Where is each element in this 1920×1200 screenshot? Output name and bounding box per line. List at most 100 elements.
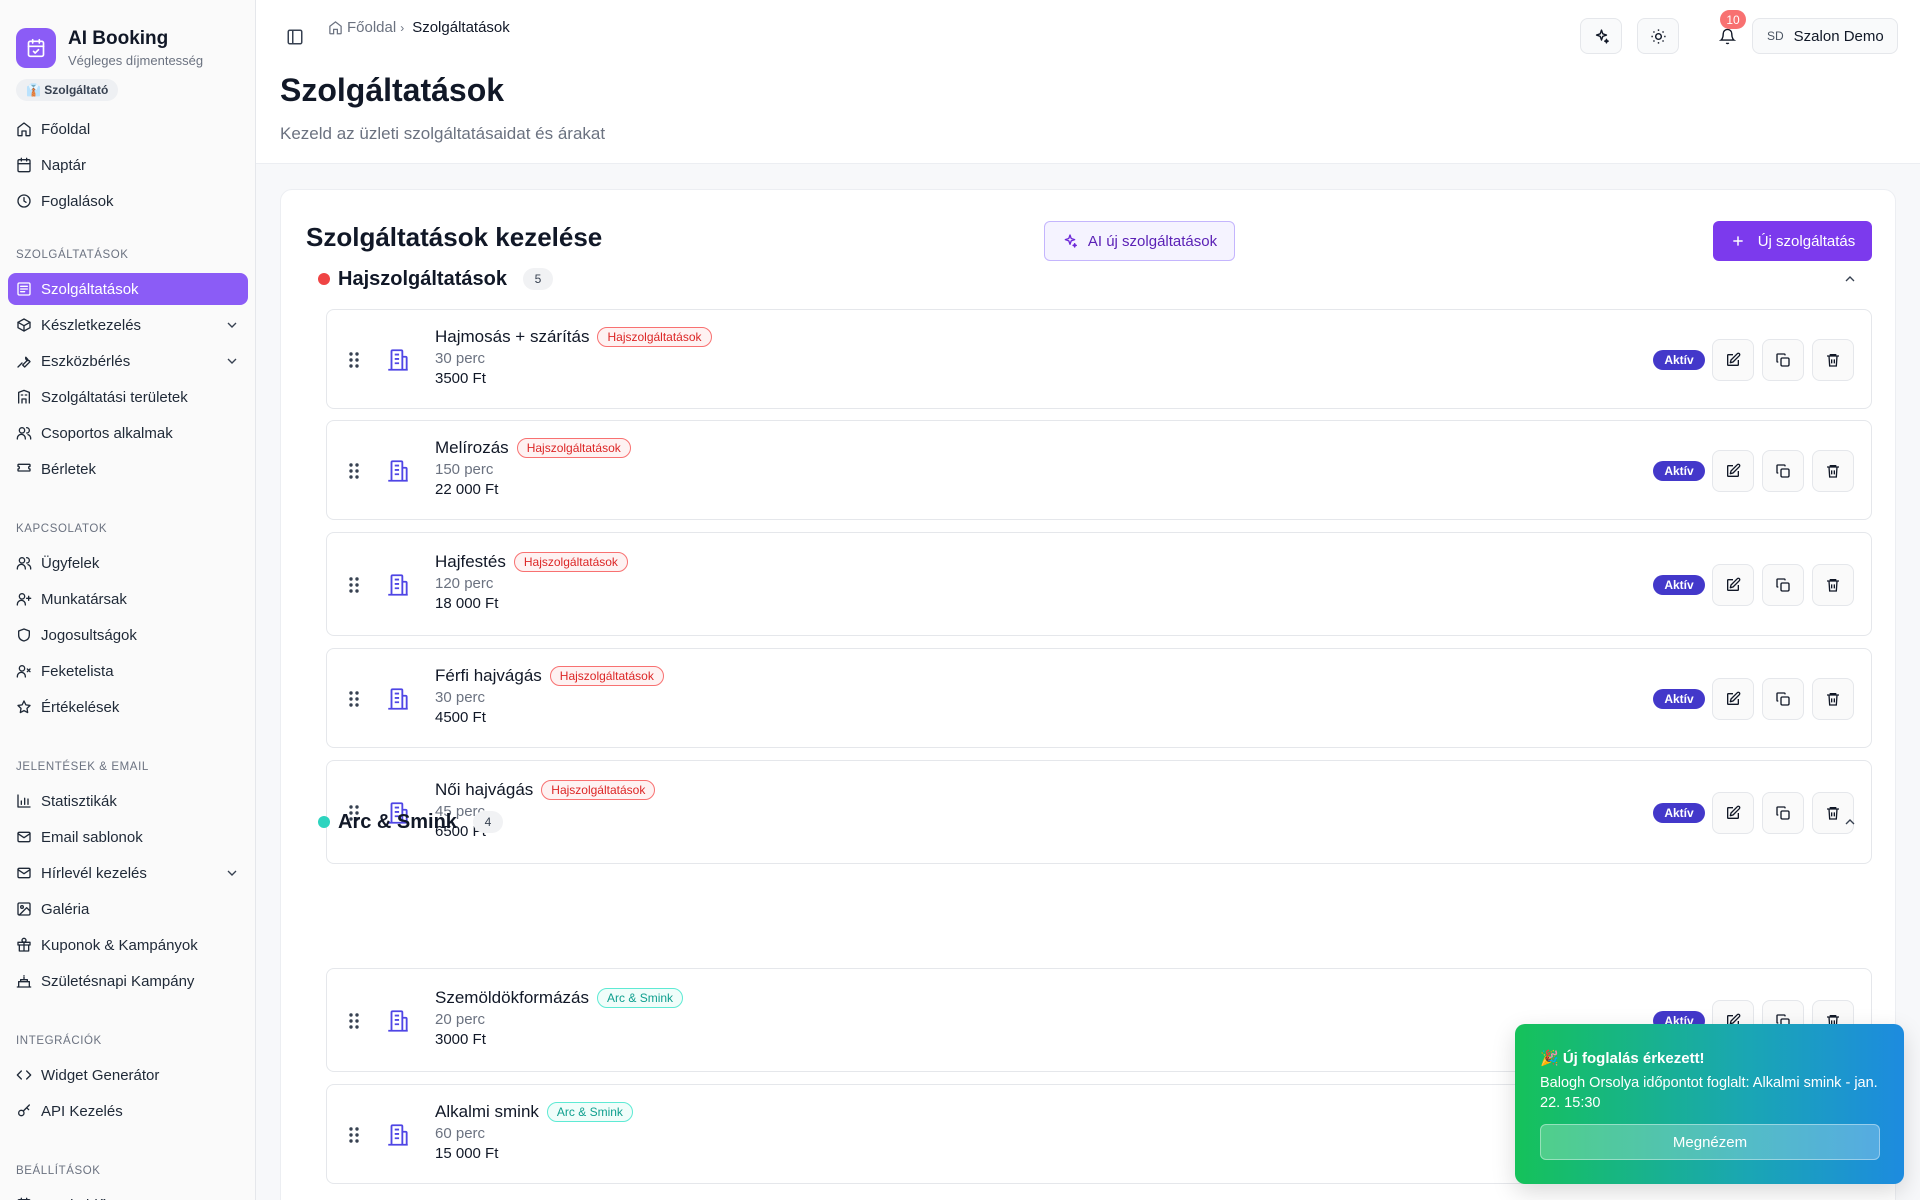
service-name: Férfi hajvágás	[435, 666, 542, 685]
delete-button[interactable]	[1812, 339, 1854, 381]
category-header[interactable]: Hajszolgáltatások 5	[318, 264, 553, 294]
avatar: SD	[1767, 29, 1784, 43]
service-row[interactable]: Hajfestés Hajszolgáltatások 120 perc 18 …	[326, 532, 1872, 636]
sidebar-item-widget-generator[interactable]: Widget Generátor	[8, 1059, 248, 1091]
sidebar-item-statisztikak[interactable]: Statisztikák	[8, 785, 248, 817]
toast-view-button[interactable]: Megnézem	[1540, 1124, 1880, 1160]
user-x-icon	[16, 665, 31, 678]
status-badge[interactable]: Aktív	[1653, 575, 1705, 595]
duplicate-button[interactable]	[1762, 792, 1804, 834]
chevron-up-icon[interactable]	[1842, 271, 1858, 287]
delete-button[interactable]	[1812, 450, 1854, 492]
ai-new-services-button[interactable]: AI új szolgáltatások	[1044, 221, 1235, 261]
drag-handle-icon[interactable]	[347, 461, 361, 481]
brand-subtitle: Végleges díjmentesség	[68, 53, 204, 68]
edit-icon	[1727, 691, 1741, 705]
status-badge[interactable]: Aktív	[1653, 689, 1705, 709]
sidebar-item-label: Hírlevél kezelés	[41, 864, 147, 882]
service-price: 18 000 Ft	[435, 595, 499, 612]
chevron-down-icon	[227, 358, 237, 364]
sidebar-item-email-sablonok[interactable]: Email sablonok	[8, 821, 248, 853]
card-title: Szolgáltatások kezelése	[306, 222, 603, 252]
clock-icon	[17, 194, 31, 208]
sidebar-item-naptar[interactable]: Naptár	[8, 149, 248, 181]
sidebar-item-label: Kuponok & Kampányok	[41, 936, 198, 954]
drag-handle-icon[interactable]	[347, 689, 361, 709]
sidebar-item-munkatarsak[interactable]: Munkatársak	[8, 583, 248, 615]
drag-handle-icon[interactable]	[347, 1011, 361, 1031]
duplicate-button[interactable]	[1762, 564, 1804, 606]
building-icon	[388, 349, 408, 371]
page-title: Szolgáltatások	[280, 72, 505, 108]
sidebar-item-csoportos-alkalmak[interactable]: Csoportos alkalmak	[8, 417, 248, 449]
image-icon	[17, 902, 31, 916]
category-header[interactable]: Arc & Smink 4	[318, 807, 503, 837]
ai-sparkle-button[interactable]	[1580, 18, 1622, 54]
service-row[interactable]: Hajmosás + szárítás Hajszolgáltatások 30…	[326, 309, 1872, 409]
edit-button[interactable]	[1712, 792, 1754, 834]
edit-button[interactable]	[1712, 450, 1754, 492]
sidebar-item-label: Jogosultságok	[41, 626, 137, 644]
building-icon	[388, 1124, 408, 1146]
category-tag: Hajszolgáltatások	[513, 552, 628, 572]
sidebar-item-jogosultsagok[interactable]: Jogosultságok	[8, 619, 248, 651]
status-badge[interactable]: Aktív	[1653, 350, 1705, 370]
duplicate-button[interactable]	[1762, 450, 1804, 492]
drag-handle-icon[interactable]	[347, 350, 361, 370]
user-menu-button[interactable]: SD Szalon Demo	[1752, 18, 1898, 54]
trash-icon	[1827, 465, 1839, 478]
category-name: Arc & Smink	[338, 810, 457, 833]
service-row[interactable]: Férfi hajvágás Hajszolgáltatások 30 perc…	[326, 648, 1872, 748]
service-name: Alkalmi smink	[435, 1102, 539, 1121]
sidebar-item-szolgaltatasok[interactable]: Szolgáltatások	[8, 273, 248, 305]
new-service-button[interactable]: Új szolgáltatás	[1713, 221, 1872, 261]
sidebar-item-berletek[interactable]: Bérletek	[8, 453, 248, 485]
sidebar-toggle-icon[interactable]	[286, 28, 304, 46]
sidebar-item-galeria[interactable]: Galéria	[8, 893, 248, 925]
drag-handle-icon[interactable]	[347, 575, 361, 595]
breadcrumb-home[interactable]: Főoldal	[347, 19, 396, 36]
sidebar-item-szolgaltatasi-teruletek[interactable]: Szolgáltatási területek	[8, 381, 248, 413]
delete-button[interactable]	[1812, 564, 1854, 606]
status-badge[interactable]: Aktív	[1653, 461, 1705, 481]
chevron-up-icon[interactable]	[1842, 814, 1858, 830]
sidebar-item-szuletesnapi-kampany[interactable]: Születésnapi Kampány	[8, 965, 248, 997]
sidebar-section-title: BEÁLLÍTÁSOK	[16, 1165, 101, 1177]
sidebar-item-foglalasok[interactable]: Foglalások	[8, 185, 248, 217]
delete-button[interactable]	[1812, 678, 1854, 720]
service-row[interactable]: Melírozás Hajszolgáltatások 150 perc 22 …	[326, 420, 1872, 520]
copy-icon	[1776, 464, 1790, 478]
sun-icon	[1650, 28, 1666, 44]
breadcrumb-current: Szolgáltatások	[412, 19, 510, 36]
sidebar-item-api-kezeles[interactable]: API Kezelés	[8, 1095, 248, 1127]
service-duration: 60 perc	[435, 1125, 486, 1142]
sidebar-nav: Főoldal Naptár Foglalások SZOLGÁLTATÁSOK Szo…	[8, 113, 248, 1200]
service-row[interactable]: Női hajvágás Hajszolgáltatások 45 perc 6…	[326, 760, 1872, 864]
sidebar-item-ugyfelek[interactable]: Ügyfelek	[8, 547, 248, 579]
edit-button[interactable]	[1712, 678, 1754, 720]
sidebar-item-keszletkezeles[interactable]: Készletkezelés	[8, 309, 248, 341]
sidebar-item-munkaido[interactable]: Munkaidő	[8, 1189, 248, 1200]
code-icon	[16, 1070, 32, 1080]
status-badge[interactable]: Aktív	[1653, 803, 1705, 823]
trash-icon	[1827, 354, 1839, 367]
copy-icon	[1776, 578, 1790, 592]
theme-toggle-button[interactable]	[1637, 18, 1679, 54]
sidebar-item-fooldal[interactable]: Főoldal	[8, 113, 248, 145]
sidebar-item-eszkozberles[interactable]: Eszközbérlés	[8, 345, 248, 377]
sidebar-item-label: Naptár	[41, 156, 87, 174]
edit-icon	[1727, 463, 1741, 477]
sidebar-item-ertekelesek[interactable]: Értékelések	[8, 691, 248, 723]
edit-button[interactable]	[1712, 339, 1754, 381]
brand[interactable]: AI Booking Végleges díjmentesség	[0, 0, 255, 78]
duplicate-button[interactable]	[1762, 339, 1804, 381]
drag-handle-icon[interactable]	[347, 1125, 361, 1145]
edit-button[interactable]	[1712, 564, 1754, 606]
duplicate-button[interactable]	[1762, 678, 1804, 720]
building-icon	[388, 460, 408, 482]
service-name: Női hajvágás	[435, 780, 534, 799]
sidebar-item-hirlevel-kezeles[interactable]: Hírlevél kezelés	[8, 857, 248, 889]
sidebar-item-feketelista[interactable]: Feketelista	[8, 655, 248, 687]
sidebar-item-kuponok-kampanyok[interactable]: Kuponok & Kampányok	[8, 929, 248, 961]
copy-icon	[1776, 353, 1790, 367]
